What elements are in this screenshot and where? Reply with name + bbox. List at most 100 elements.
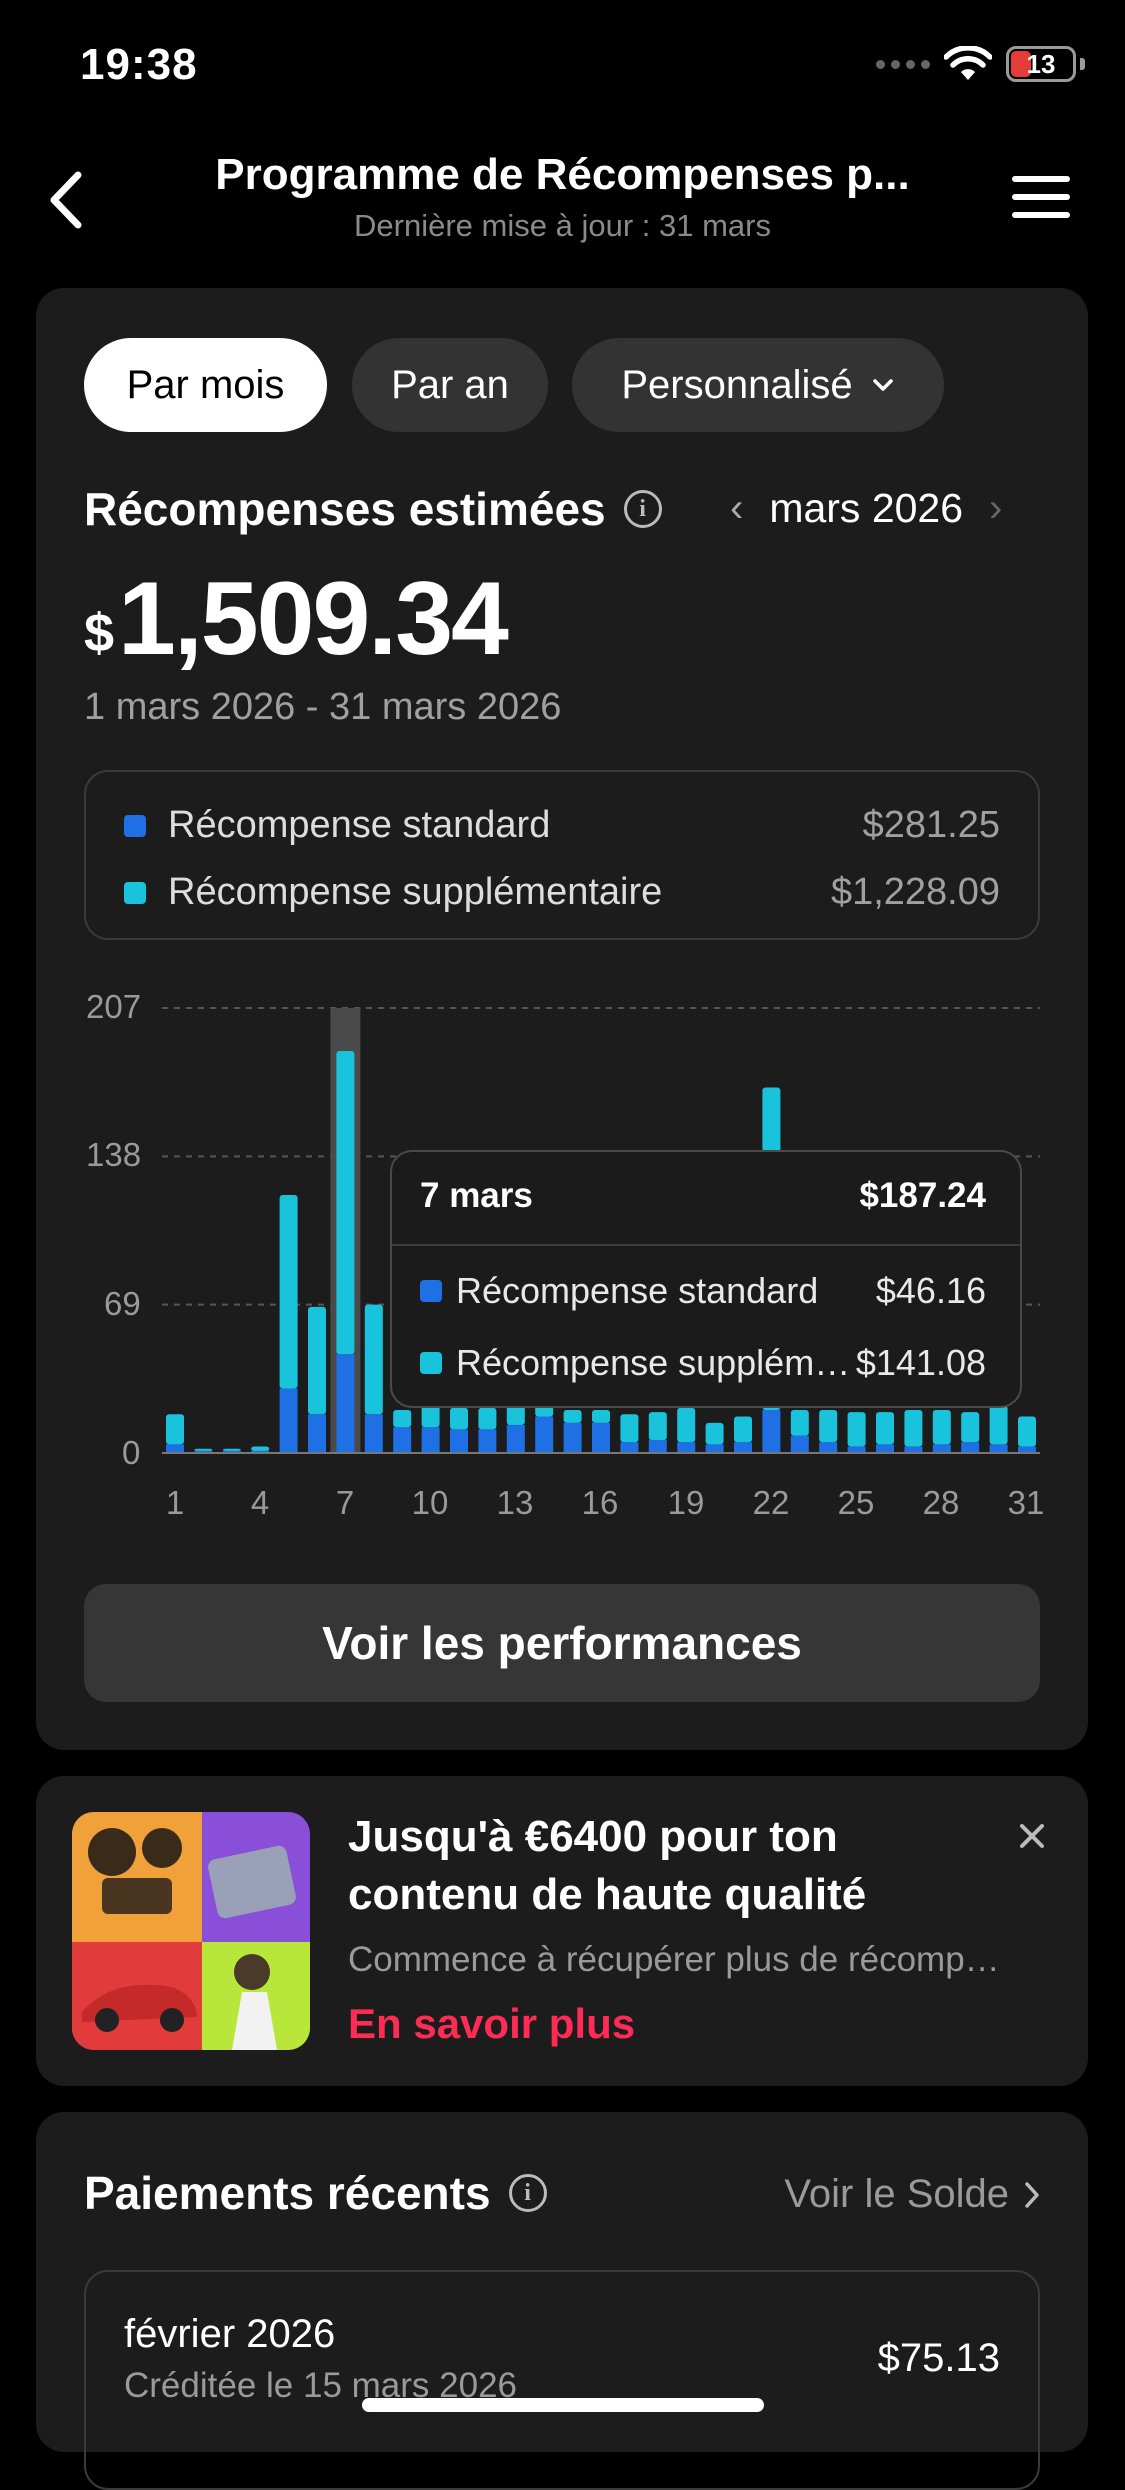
bar-day-25[interactable] <box>847 1412 866 1453</box>
x-tick: 22 <box>752 1484 790 1521</box>
view-performance-label: Voir les performances <box>322 1617 802 1669</box>
bar-standard <box>790 1435 809 1453</box>
bar-day-20[interactable] <box>705 1422 724 1453</box>
bar-extra <box>222 1448 241 1451</box>
bar-extra <box>364 1304 383 1415</box>
bar-day-27[interactable] <box>904 1410 923 1453</box>
bar-extra <box>1018 1416 1036 1447</box>
bar-extra <box>734 1416 752 1443</box>
x-tick: 1 <box>165 1484 185 1521</box>
bar-extra <box>194 1448 213 1451</box>
bar-day-31[interactable] <box>1018 1416 1036 1453</box>
bar-extra <box>563 1410 582 1423</box>
bar-extra <box>592 1410 610 1423</box>
bar-day-17[interactable] <box>620 1414 639 1453</box>
bar-standard <box>876 1444 894 1453</box>
bar-day-1[interactable] <box>166 1414 184 1453</box>
bar-standard <box>478 1429 497 1453</box>
bar-standard <box>961 1442 980 1453</box>
bar-standard <box>421 1427 440 1453</box>
bar-extra <box>336 1050 355 1355</box>
bar-standard <box>819 1442 838 1453</box>
bar-standard <box>308 1414 326 1453</box>
bar-day-14[interactable] <box>535 1405 554 1453</box>
x-tick: 28 <box>922 1484 960 1521</box>
bar-standard <box>563 1422 582 1453</box>
tooltip-date: 7 mars <box>420 1176 533 1215</box>
bar-standard <box>506 1425 525 1453</box>
tooltip-total: $187.24 <box>859 1176 986 1215</box>
view-performance-button[interactable]: Voir les performances <box>84 1584 1040 1702</box>
learn-more-link[interactable]: En savoir plus <box>348 2000 635 2048</box>
bar-day-5[interactable] <box>279 1195 298 1453</box>
bar-day-30[interactable] <box>989 1405 1008 1453</box>
bar-extra <box>677 1407 696 1443</box>
bar-day-26[interactable] <box>876 1412 894 1453</box>
payment-item[interactable]: février 2026 Créditée le 15 mars 2026 $7… <box>84 2270 1040 2490</box>
bar-day-10[interactable] <box>421 1405 440 1453</box>
tooltip-standard-swatch <box>420 1280 442 1302</box>
bar-day-15[interactable] <box>563 1410 582 1453</box>
bar-day-12[interactable] <box>478 1407 497 1453</box>
bar-day-21[interactable] <box>734 1416 752 1453</box>
bar-extra <box>648 1412 667 1441</box>
bar-day-7[interactable] <box>336 1050 355 1453</box>
bar-day-8[interactable] <box>364 1304 383 1453</box>
bar-day-18[interactable] <box>648 1412 667 1453</box>
bar-extra <box>393 1410 412 1428</box>
bar-extra <box>478 1407 497 1430</box>
bar-standard <box>648 1440 667 1453</box>
bar-standard <box>677 1442 696 1453</box>
bar-standard <box>592 1422 610 1453</box>
bar-extra <box>421 1405 440 1428</box>
payment-amount: $75.13 <box>877 2336 1000 2380</box>
x-tick: 7 <box>335 1484 355 1521</box>
bar-day-28[interactable] <box>932 1410 951 1453</box>
bar-standard <box>450 1429 468 1453</box>
bar-extra <box>705 1422 724 1445</box>
bar-day-11[interactable] <box>450 1407 468 1453</box>
bar-extra <box>279 1195 298 1389</box>
x-tick: 4 <box>250 1484 270 1521</box>
bar-day-23[interactable] <box>790 1410 809 1453</box>
bar-standard <box>336 1354 355 1453</box>
bar-day-19[interactable] <box>677 1407 696 1453</box>
bar-extra <box>932 1410 951 1445</box>
bar-standard <box>535 1416 554 1453</box>
payments-title-label: Paiements récents <box>84 2167 491 2219</box>
payments-title: Paiements récents i <box>84 2166 547 2220</box>
bar-extra <box>620 1414 639 1443</box>
bar-extra <box>819 1410 838 1443</box>
bar-standard <box>620 1442 639 1453</box>
bar-day-16[interactable] <box>592 1410 610 1453</box>
payment-month: février 2026 <box>124 2312 336 2356</box>
tooltip-extra-swatch <box>420 1352 442 1374</box>
see-balance-label: Voir le Solde <box>784 2172 1009 2216</box>
x-tick: 31 <box>1007 1484 1045 1521</box>
bar-day-29[interactable] <box>961 1412 980 1453</box>
tooltip-extra-label: Récompense supplémentaire <box>456 1342 852 1383</box>
close-icon[interactable] <box>1012 1816 1052 1856</box>
chart-tooltip: 7 mars $187.24 Récompense standard $46.1… <box>390 1150 1022 1408</box>
chevron-right-icon <box>1025 2181 1039 2208</box>
promo-subtitle: Commence à récupérer plus de récompenses <box>348 1940 1008 1979</box>
bar-day-6[interactable] <box>308 1306 326 1453</box>
tooltip-extra-row: Récompense supplémentaire $141.08 <box>420 1342 986 1384</box>
bar-day-24[interactable] <box>819 1410 838 1453</box>
tooltip-standard-value: $46.16 <box>875 1270 986 1311</box>
bar-standard <box>166 1444 184 1453</box>
promo-title: Jusqu'à €6400 pour ton contenu de haute … <box>348 1812 867 1919</box>
promo-illustration <box>72 1812 310 2050</box>
info-icon[interactable]: i <box>508 2174 547 2212</box>
see-balance-link[interactable]: Voir le Solde <box>784 2172 1041 2217</box>
bar-day-13[interactable] <box>506 1403 525 1453</box>
bar-extra <box>790 1410 809 1436</box>
bar-standard <box>762 1410 781 1453</box>
bar-day-9[interactable] <box>393 1410 412 1453</box>
tooltip-extra-value: $141.08 <box>855 1342 986 1383</box>
x-tick: 25 <box>837 1484 875 1521</box>
bar-extra <box>904 1410 923 1447</box>
bar-extra <box>989 1405 1008 1445</box>
bar-standard <box>393 1427 412 1453</box>
bar-standard <box>364 1414 383 1453</box>
